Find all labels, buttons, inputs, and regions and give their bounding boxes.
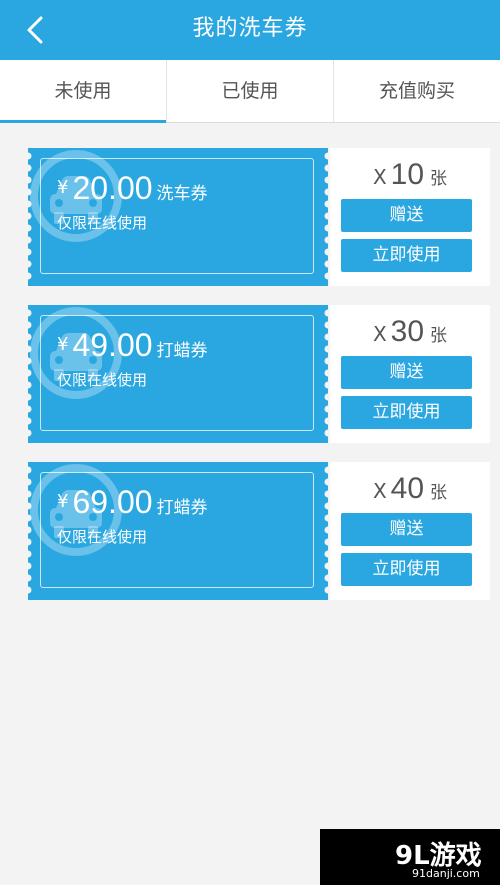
quantity-number: 40 bbox=[390, 472, 425, 505]
use-now-button[interactable]: 立即使用 bbox=[341, 553, 472, 586]
quantity-unit: 张 bbox=[430, 326, 448, 346]
coupon-card: ¥20.00 洗车券 仅限在线使用 X 10 张 赠送 立即使用 bbox=[28, 148, 490, 286]
coupon-card: ¥69.00 打蜡券 仅限在线使用 X 40 张 赠送 立即使用 bbox=[28, 462, 490, 600]
coupon-price: ¥69.00 打蜡券 bbox=[57, 484, 208, 521]
coupon-type: 打蜡券 bbox=[156, 498, 208, 518]
coupon-card: ¥49.00 打蜡券 仅限在线使用 X 30 张 赠送 立即使用 bbox=[28, 305, 490, 443]
quantity-prefix: X bbox=[372, 479, 387, 503]
coupon-price: ¥49.00 打蜡券 bbox=[57, 327, 208, 364]
coupon-quantity: X 10 张 bbox=[330, 158, 490, 192]
tab-used[interactable]: 已使用 bbox=[166, 60, 333, 122]
site-watermark: 9L游戏 91danji.com bbox=[320, 829, 500, 885]
currency-symbol: ¥ bbox=[57, 177, 69, 198]
coupon-price: ¥20.00 洗车券 bbox=[57, 170, 208, 207]
coupon-type: 打蜡券 bbox=[156, 341, 208, 361]
page-title: 我的洗车券 bbox=[192, 16, 308, 41]
coupon-ticket: ¥69.00 打蜡券 仅限在线使用 bbox=[28, 462, 328, 600]
coupon-note: 仅限在线使用 bbox=[57, 371, 148, 389]
coupon-ticket: ¥49.00 打蜡券 仅限在线使用 bbox=[28, 305, 328, 443]
gift-button[interactable]: 赠送 bbox=[341, 356, 472, 389]
coupon-actions: X 10 张 赠送 立即使用 bbox=[330, 148, 490, 286]
coupon-amount: 49.00 bbox=[72, 327, 153, 363]
coupon-type: 洗车券 bbox=[156, 184, 208, 204]
tab-unused[interactable]: 未使用 bbox=[0, 60, 166, 123]
use-now-button[interactable]: 立即使用 bbox=[341, 239, 472, 272]
coupon-actions: X 30 张 赠送 立即使用 bbox=[330, 305, 490, 443]
quantity-prefix: X bbox=[372, 322, 387, 346]
quantity-prefix: X bbox=[372, 165, 387, 189]
coupon-amount: 20.00 bbox=[72, 170, 153, 206]
tab-recharge[interactable]: 充值购买 bbox=[333, 60, 500, 122]
quantity-unit: 张 bbox=[430, 483, 448, 503]
app-header: 我的洗车券 bbox=[0, 0, 500, 60]
gift-button[interactable]: 赠送 bbox=[341, 513, 472, 546]
coupon-quantity: X 40 张 bbox=[330, 472, 490, 506]
gift-button[interactable]: 赠送 bbox=[341, 199, 472, 232]
coupon-actions: X 40 张 赠送 立即使用 bbox=[330, 462, 490, 600]
watermark-url: 91danji.com bbox=[412, 867, 480, 880]
coupon-ticket: ¥20.00 洗车券 仅限在线使用 bbox=[28, 148, 328, 286]
coupon-amount: 69.00 bbox=[72, 484, 153, 520]
quantity-number: 10 bbox=[390, 158, 425, 191]
tab-bar: 未使用 已使用 充值购买 bbox=[0, 60, 500, 123]
quantity-unit: 张 bbox=[430, 169, 448, 189]
quantity-number: 30 bbox=[390, 315, 425, 348]
coupon-quantity: X 30 张 bbox=[330, 315, 490, 349]
currency-symbol: ¥ bbox=[57, 334, 69, 355]
use-now-button[interactable]: 立即使用 bbox=[341, 396, 472, 429]
coupon-note: 仅限在线使用 bbox=[57, 528, 148, 546]
currency-symbol: ¥ bbox=[57, 491, 69, 512]
coupon-note: 仅限在线使用 bbox=[57, 214, 148, 232]
